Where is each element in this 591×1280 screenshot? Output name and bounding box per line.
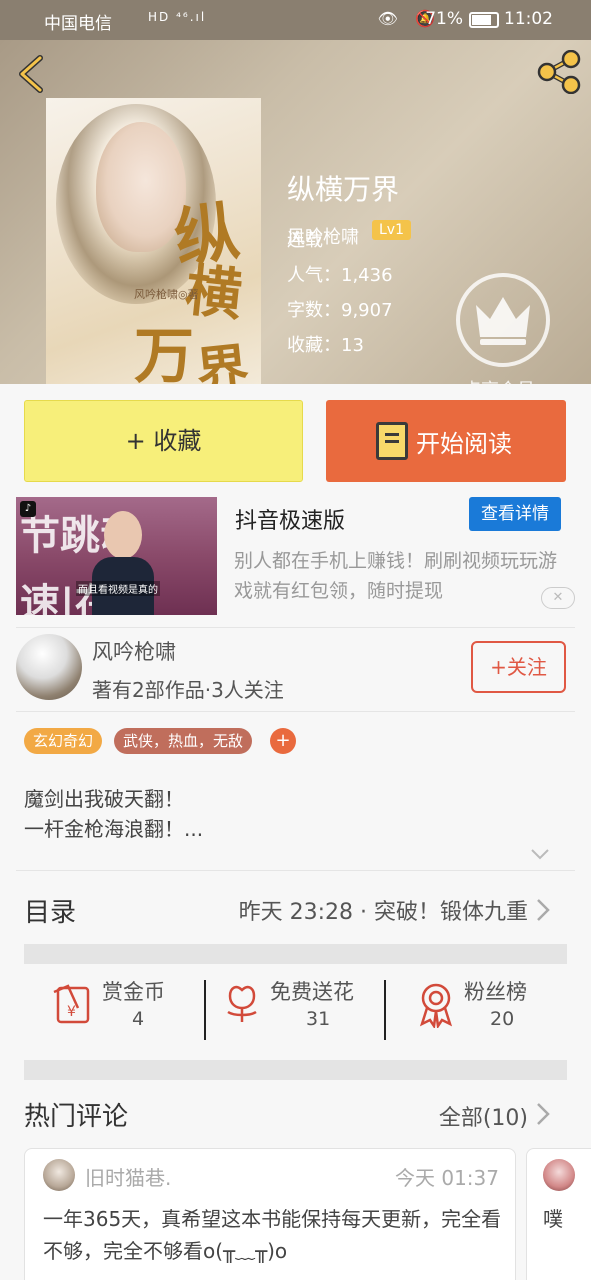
divider [204,980,206,1040]
divider [16,711,575,712]
level-badge: Lv1 [372,220,411,240]
collect-button[interactable]: + 收藏 [24,400,303,482]
follow-button[interactable]: +关注 [471,641,566,693]
cover-face [96,122,186,252]
add-tag-button[interactable]: + [270,728,296,754]
medal-icon [419,983,453,1028]
book-details: + 收藏 开始阅读 节跳动 速|在 而且看视频是真的 ♪ 抖音极速版 查看详情 … [0,384,591,1280]
comment-card[interactable]: 噗 [526,1148,591,1280]
divider [384,980,386,1040]
reward-label: 粉丝榜 [464,980,527,1004]
fan-ranking-button[interactable]: 粉丝榜 20 [416,978,556,1048]
flower-icon [227,985,257,1022]
douyin-logo-icon: ♪ [20,501,36,517]
book-favorites: 收藏：13 [287,335,364,356]
share-icon [537,49,581,95]
book-title: 纵横万界 [287,173,400,206]
comment-time: 今天 01:37 [395,1166,499,1190]
all-comments-link[interactable]: 全部(10) [439,1100,528,1132]
chevron-left-icon [19,55,43,93]
svg-text:¥: ¥ [67,1004,76,1020]
latest-chapter[interactable]: 昨天 23:28 · 突破！锻体九重 [239,894,528,926]
red-envelope-icon: ¥ [53,984,90,1024]
author-stats: 著有2部作品·3人关注 [92,678,284,702]
reward-count: 4 [132,1008,145,1030]
author-avatar[interactable] [16,634,82,700]
catalog-title[interactable]: 目录 [24,892,76,929]
cover-title-char: 界 [193,337,252,384]
comment-text: 噗 [543,1207,563,1231]
chevron-down-icon[interactable] [530,846,550,862]
book-popularity: 人气：1,436 [287,265,393,286]
section-separator [24,1060,567,1080]
synopsis[interactable]: 魔剑出我破天翻！ 一杆金枪海浪翻！... [24,784,203,844]
hot-comments-title: 热门评论 [24,1102,129,1132]
reward-coin-button[interactable]: ¥ 赏金币 4 [52,978,192,1048]
commenter-avatar[interactable] [43,1159,75,1191]
book-word-count: 字数：9,907 [287,300,393,321]
divider [16,627,575,628]
clock: 11:02 [504,9,553,29]
share-button[interactable] [535,49,583,95]
comment-text: 一年365天，真希望这本书能保持每天更新，完全看不够，完全不够看o(╥﹏╥)o [43,1207,502,1263]
signal-icon: HD ⁴⁶.ıl [148,10,207,24]
cover-title-char: 万 [134,322,194,384]
synopsis-line: 一杆金枪海浪翻！... [24,817,204,841]
battery-percent: 71% [425,9,463,29]
section-separator [24,944,567,964]
send-flower-button[interactable]: 免费送花 31 [222,978,372,1048]
genre-tag[interactable]: 玄幻奇幻 [24,728,103,754]
crown-icon [476,297,530,345]
ad-detail-button[interactable]: 查看详情 [469,497,561,531]
back-button[interactable] [14,54,48,94]
ad-title[interactable]: 抖音极速版 [235,503,345,535]
author-name[interactable]: 风吟枪啸 [92,636,176,666]
reward-label: 免费送花 [270,980,354,1004]
battery-icon [469,12,499,28]
book-status: 连载 [287,230,323,251]
status-bar: 中国电信 HD ⁴⁶.ıl 👁 🔕 71% 11:02 [0,0,591,40]
ad-close-button[interactable]: ✕ [541,587,575,609]
book-header: 纵 横 万 界 风吟枪啸◎著 纵横万界 风吟枪啸 Lv1 连载 人气：1,436… [0,40,591,401]
start-reading-label: 开始阅读 [416,430,512,458]
reward-count: 31 [306,1008,331,1030]
ad-description: 别人都在手机上赚钱！刷刷视频玩玩游戏就有红包领，随时提现 [234,550,558,602]
ad-image-caption: 而且看视频是真的 [76,581,160,596]
member-button[interactable] [456,273,550,367]
ad-image[interactable]: 节跳动 速|在 而且看视频是真的 ♪ [16,497,217,615]
divider [16,870,575,871]
reward-count: 20 [490,1008,515,1030]
reward-label: 赏金币 [102,980,165,1004]
book-icon [376,422,408,460]
synopsis-line: 魔剑出我破天翻！ [24,787,184,811]
start-reading-button[interactable]: 开始阅读 [326,400,566,482]
cover-author: 风吟枪啸◎著 [134,288,199,301]
book-cover[interactable]: 纵 横 万 界 风吟枪啸◎著 [46,98,261,384]
ad-person [92,507,154,615]
commenter-avatar[interactable] [543,1159,575,1191]
carrier-label: 中国电信 [44,14,112,34]
chevron-right-icon [537,899,550,921]
keyword-tag[interactable]: 武侠，热血，无敌 [114,728,253,754]
chevron-right-icon [537,1103,550,1125]
commenter-name[interactable]: 旧时猫巷. [85,1162,171,1191]
comment-card[interactable]: 旧时猫巷. 今天 01:37 一年365天，真希望这本书能保持每天更新，完全看不… [24,1148,516,1280]
